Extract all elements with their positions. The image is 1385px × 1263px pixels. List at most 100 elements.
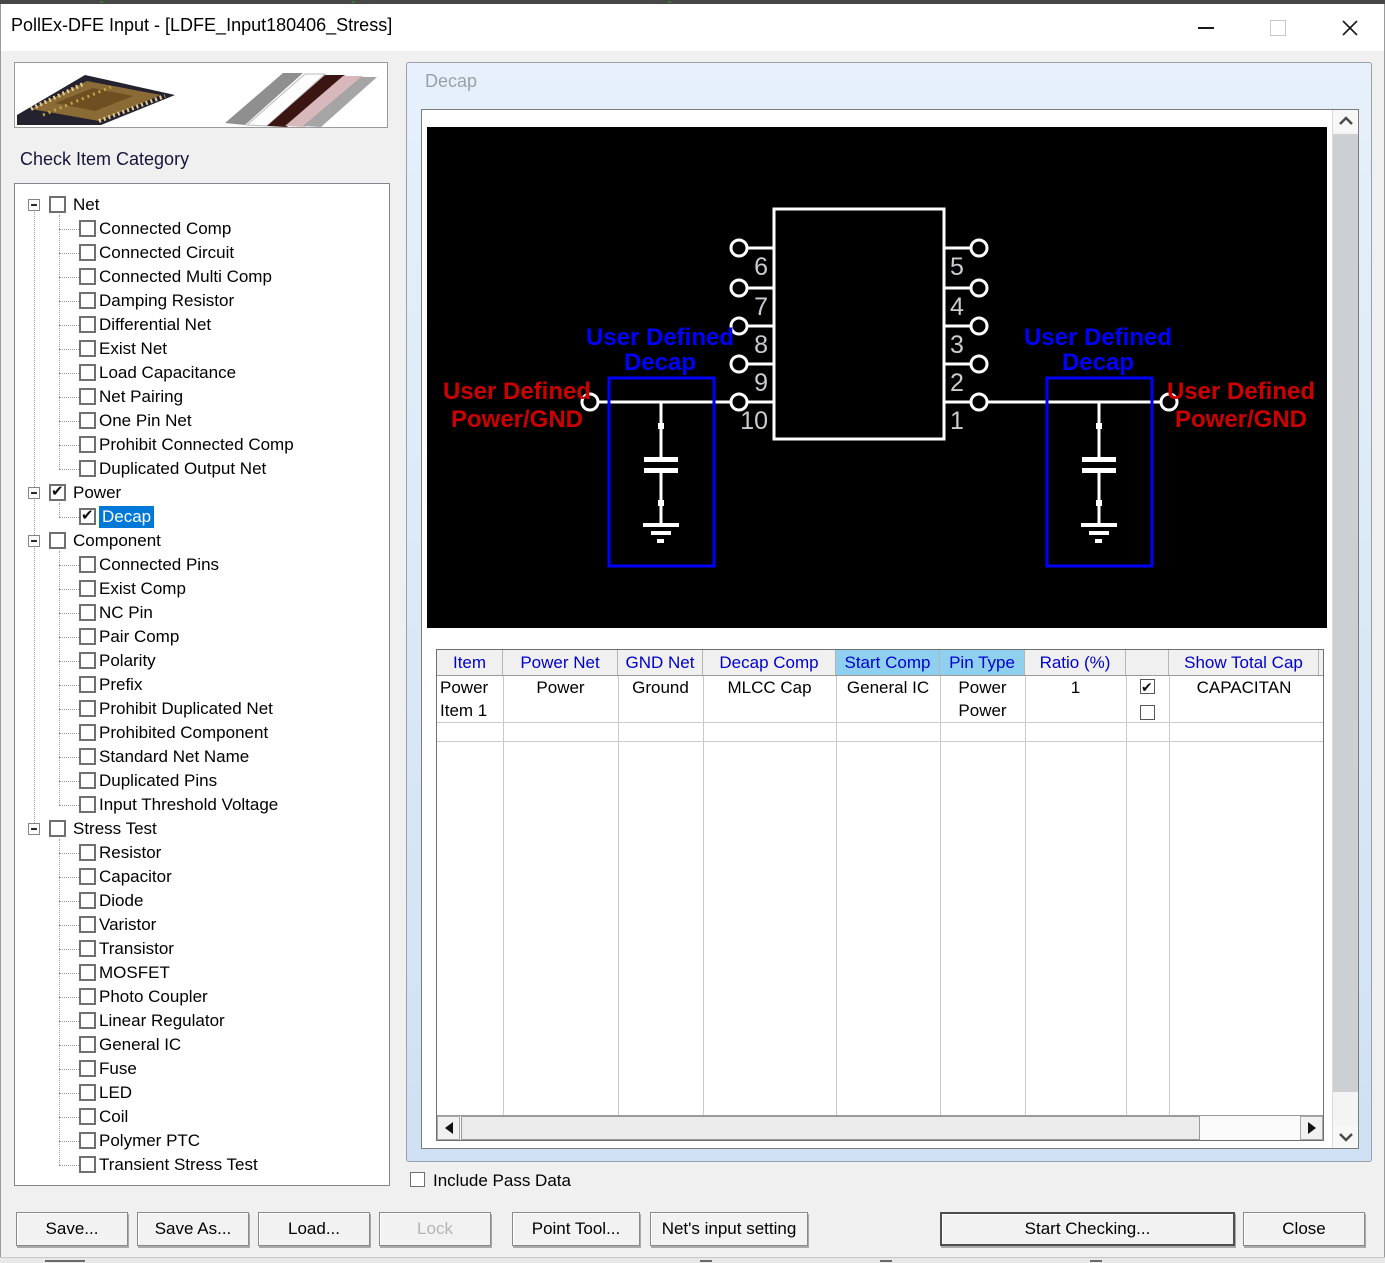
tree-label[interactable]: Connected Comp [99, 218, 231, 240]
tree-item-duplicated-pins[interactable]: Duplicated Pins [15, 769, 389, 793]
tree-item-polymer-ptc[interactable]: Polymer PTC [15, 1129, 389, 1153]
close-dialog-button[interactable]: Close [1243, 1212, 1365, 1246]
save-as-button[interactable]: Save As... [137, 1212, 249, 1246]
tree-checkbox[interactable] [79, 316, 96, 333]
tree-item-prefix[interactable]: Prefix [15, 673, 389, 697]
tree-label[interactable]: Capacitor [99, 866, 172, 888]
tree-label[interactable]: Resistor [99, 842, 161, 864]
tree-checkbox[interactable] [79, 892, 96, 909]
tree-label[interactable]: Connected Multi Comp [99, 266, 272, 288]
column-header-item[interactable]: Item [437, 650, 503, 675]
scroll-down-button[interactable] [1333, 1126, 1358, 1148]
tree-item-stress-test[interactable]: Stress Test [15, 817, 389, 841]
tree-checkbox[interactable] [79, 676, 96, 693]
tree-label[interactable]: Coil [99, 1106, 128, 1128]
tree-label[interactable]: LED [99, 1082, 132, 1104]
tree-checkbox[interactable] [79, 1036, 96, 1053]
tree-checkbox[interactable] [79, 652, 96, 669]
tree-checkbox[interactable] [79, 412, 96, 429]
tree-item-connected-comp[interactable]: Connected Comp [15, 217, 389, 241]
tree-checkbox[interactable] [79, 220, 96, 237]
tree-item-prohibit-duplicated-net[interactable]: Prohibit Duplicated Net [15, 697, 389, 721]
tree-label[interactable]: Transient Stress Test [99, 1154, 258, 1176]
tree-label[interactable]: MOSFET [99, 962, 170, 984]
load-button[interactable]: Load... [258, 1212, 370, 1246]
tree-label[interactable]: Linear Regulator [99, 1010, 225, 1032]
decap-table[interactable]: ItemPower NetGND NetDecap CompStart Comp… [436, 649, 1324, 1141]
column-header-gnd-net[interactable]: GND Net [618, 650, 703, 675]
tree-label[interactable]: Net [73, 194, 99, 216]
tree-item-polarity[interactable]: Polarity [15, 649, 389, 673]
column-header-power-net[interactable]: Power Net [503, 650, 618, 675]
tree-item-duplicated-output-net[interactable]: Duplicated Output Net [15, 457, 389, 481]
tree-checkbox[interactable] [79, 292, 96, 309]
tree-item-nc-pin[interactable]: NC Pin [15, 601, 389, 625]
tree-checkbox[interactable] [79, 988, 96, 1005]
tree-label[interactable]: Load Capacitance [99, 362, 236, 384]
close-button[interactable] [1335, 14, 1365, 42]
tree-label[interactable]: Exist Net [99, 338, 167, 360]
expand-collapse-toggle[interactable] [28, 487, 40, 499]
tree-checkbox[interactable] [79, 964, 96, 981]
tree-label[interactable]: Prohibit Connected Comp [99, 434, 294, 456]
tree-checkbox[interactable] [79, 1012, 96, 1029]
tree-checkbox[interactable] [79, 628, 96, 645]
tree-item-varistor[interactable]: Varistor [15, 913, 389, 937]
tree-checkbox[interactable] [79, 1108, 96, 1125]
tree-label[interactable]: NC Pin [99, 602, 153, 624]
tree-item-load-capacitance[interactable]: Load Capacitance [15, 361, 389, 385]
scroll-left-button[interactable] [437, 1116, 460, 1140]
schematic-canvas[interactable]: 6 7 8 9 10 5 4 3 2 1 [427, 127, 1327, 628]
tree-label[interactable]: Duplicated Output Net [99, 458, 266, 480]
expand-collapse-toggle[interactable] [28, 199, 40, 211]
tree-item-component[interactable]: Component [15, 529, 389, 553]
tree-item-transient-stress-test[interactable]: Transient Stress Test [15, 1153, 389, 1177]
include-pass-checkbox[interactable] [410, 1172, 425, 1187]
save-button[interactable]: Save... [16, 1212, 128, 1246]
tree-checkbox[interactable] [79, 268, 96, 285]
tree-checkbox[interactable] [79, 580, 96, 597]
tree-checkbox[interactable] [79, 844, 96, 861]
tree-item-standard-net-name[interactable]: Standard Net Name [15, 745, 389, 769]
tree-label[interactable]: Pair Comp [99, 626, 179, 648]
tree-item-connected-pins[interactable]: Connected Pins [15, 553, 389, 577]
tree-label[interactable]: Prefix [99, 674, 142, 696]
tree-item-transistor[interactable]: Transistor [15, 937, 389, 961]
tree-label[interactable]: Polarity [99, 650, 156, 672]
tree-label[interactable]: Diode [99, 890, 143, 912]
expand-collapse-toggle[interactable] [28, 823, 40, 835]
column-header-ratio[interactable]: Ratio (%) [1025, 650, 1126, 675]
column-header-start-comp[interactable]: Start Comp [836, 650, 940, 675]
tree-item-fuse[interactable]: Fuse [15, 1057, 389, 1081]
tree-item-mosfet[interactable]: MOSFET [15, 961, 389, 985]
tree-item-general-ic[interactable]: General IC [15, 1033, 389, 1057]
tree-item-input-threshold-voltage[interactable]: Input Threshold Voltage [15, 793, 389, 817]
row-checkbox[interactable]: ✔ [1140, 679, 1155, 694]
tree-checkbox[interactable] [79, 916, 96, 933]
row-checkbox[interactable] [1140, 705, 1155, 720]
tree-checkbox[interactable]: ✔ [49, 484, 66, 501]
scroll-right-button[interactable] [1300, 1116, 1323, 1140]
tree-label[interactable]: Net Pairing [99, 386, 183, 408]
tree-item-photo-coupler[interactable]: Photo Coupler [15, 985, 389, 1009]
tree-checkbox[interactable] [79, 244, 96, 261]
tree-item-net[interactable]: Net [15, 193, 389, 217]
tree-item-led[interactable]: LED [15, 1081, 389, 1105]
tree-item-damping-resistor[interactable]: Damping Resistor [15, 289, 389, 313]
tree-label[interactable]: Connected Circuit [99, 242, 234, 264]
maximize-button[interactable] [1263, 14, 1293, 42]
tree-label[interactable]: Polymer PTC [99, 1130, 200, 1152]
tree-item-one-pin-net[interactable]: One Pin Net [15, 409, 389, 433]
tree-checkbox[interactable] [79, 460, 96, 477]
tree-item-connected-circuit[interactable]: Connected Circuit [15, 241, 389, 265]
tree-label[interactable]: Prohibit Duplicated Net [99, 698, 273, 720]
tree-checkbox[interactable] [79, 868, 96, 885]
tree-checkbox[interactable] [79, 940, 96, 957]
tree-checkbox[interactable] [49, 196, 66, 213]
tree-checkbox[interactable] [79, 748, 96, 765]
tree-checkbox[interactable] [79, 772, 96, 789]
minimize-button[interactable] [1191, 14, 1221, 42]
tree-label[interactable]: One Pin Net [99, 410, 192, 432]
tree-checkbox[interactable] [79, 724, 96, 741]
tree-label[interactable]: Duplicated Pins [99, 770, 217, 792]
